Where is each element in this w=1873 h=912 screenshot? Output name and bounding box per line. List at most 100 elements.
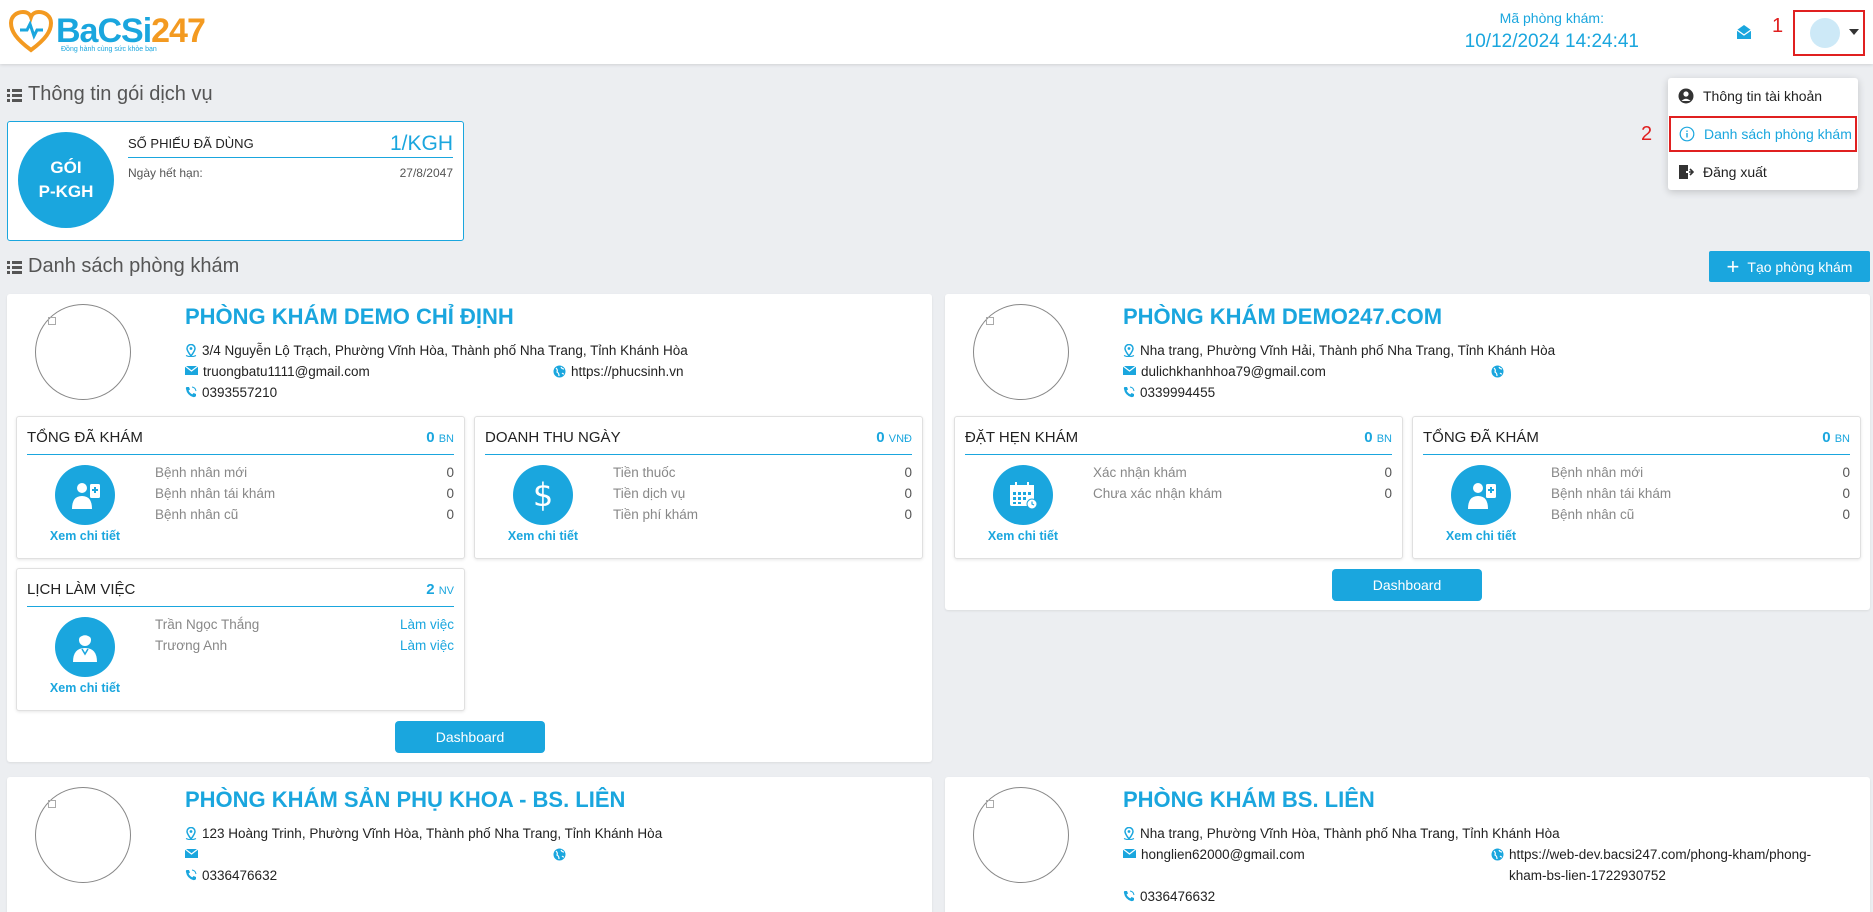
clinic-card: PHÒNG KHÁM BS. LIÊN Nha trang, Phường Vĩ… [945,777,1870,912]
stat-card-appointments: ĐẶT HẸN KHÁM 0 BN Xem chi tiết Xác nhận k… [954,416,1403,559]
view-detail-link[interactable]: Xem chi tiết [1423,529,1539,543]
clinic-phone: 0393557210 [185,382,277,403]
doctor-patient-icon [55,465,115,525]
plus-icon: + [1726,253,1740,279]
clinic-card: PHÒNG KHÁM DEMO247.COM Nha trang, Phường… [945,294,1870,610]
annotation-2: 2 [1641,123,1653,145]
stat-card-schedule: LỊCH LÀM VIỆC 2 NV Xem chi tiết Trần Ngọc… [16,568,465,711]
clinic-name[interactable]: PHÒNG KHÁM DEMO247.COM [1123,304,1442,330]
top-header: BaCSi247 Đồng hành cùng sức khỏe bạn Mã … [0,0,1873,64]
info-icon [1679,126,1695,142]
location-pin-icon [1123,827,1135,840]
package-badge: GÓI P-KGH [18,132,114,228]
phone-icon [1123,386,1135,398]
clinic-address: 123 Hoàng Trinh, Phường Vĩnh Hòa, Thành … [185,823,662,844]
mail-notification-icon[interactable] [1736,24,1752,40]
doctor-icon [55,617,115,677]
current-datetime: 10/12/2024 14:24:41 [1464,31,1639,52]
stat-card-total-exam: TỔNG ĐÃ KHÁM 0 BN Xem chi tiết Bệnh nhân … [16,416,465,559]
clinic-address: Nha trang, Phường Vĩnh Hải, Thành phố Nh… [1123,340,1555,361]
calendar-icon [993,465,1053,525]
package-expiry: Ngày hết hạn: 27/8/2047 [128,166,453,180]
clinic-code-block: Mã phòng khám: 10/12/2024 14:24:41 [1465,10,1639,53]
clinic-address: 3/4 Nguyễn Lộ Trạch, Phường Vĩnh Hòa, Th… [185,340,688,361]
mail-icon [185,848,198,858]
dollar-icon: $ [513,465,573,525]
stat-row: Tiền dịch vụ 0 [613,486,912,501]
clinic-name[interactable]: PHÒNG KHÁM SẢN PHỤ KHOA - BS. LIÊN [185,787,625,813]
menu-item-label: Danh sách phòng khám [1704,126,1852,142]
stat-row: Bệnh nhân tái khám 0 [155,486,454,501]
doctor-patient-icon [1451,465,1511,525]
menu-item-logout[interactable]: Đăng xuất [1668,154,1858,190]
logo-tagline: Đồng hành cùng sức khỏe bạn [61,46,157,53]
clinic-phone: 0336476632 [1123,886,1215,907]
svg-text:$: $ [533,478,553,512]
clinic-name[interactable]: PHÒNG KHÁM BS. LIÊN [1123,787,1375,813]
clinic-logo [35,304,131,400]
view-detail-link[interactable]: Xem chi tiết [485,529,601,543]
clinic-name[interactable]: PHÒNG KHÁM DEMO CHỈ ĐỊNH [185,304,514,330]
view-detail-link[interactable]: Xem chi tiết [27,681,143,695]
mail-icon [1123,365,1136,375]
menu-item-clinic-list[interactable]: Danh sách phòng khám [1669,116,1857,152]
clinic-email [185,844,203,859]
clinic-phone: 0336476632 [185,865,277,886]
clinic-website[interactable]: https://web-dev.bacsi247.com/phong-kham/… [1491,844,1861,886]
location-pin-icon [185,827,197,840]
clinic-card: PHÒNG KHÁM DEMO CHỈ ĐỊNH 3/4 Nguyễn Lộ T… [7,294,932,762]
phone-icon [185,386,197,398]
bacsi247-logo[interactable]: BaCSi247 Đồng hành cùng sức khỏe bạn [8,10,208,56]
phone-icon [185,869,197,881]
clinic-card: PHÒNG KHÁM SẢN PHỤ KHOA - BS. LIÊN 123 H… [7,777,932,912]
clinic-phone: 0339994455 [1123,382,1215,403]
globe-icon [1491,848,1504,861]
stat-row: Xác nhận khám 0 [1093,465,1392,480]
stat-row: Trần Ngọc Thắng Làm việc [155,617,454,632]
stat-row: Bệnh nhân mới 0 [155,465,454,480]
service-package-card: GÓI P-KGH SỐ PHIẾU ĐÃ DÙNG 1/KGH Ngày hế… [7,121,464,241]
dashboard-button[interactable]: Dashboard [1332,569,1482,601]
menu-item-account-info[interactable]: Thông tin tài khoản [1668,78,1858,114]
clinic-email: truongbatu1111@gmail.com [185,361,370,382]
user-menu-toggle[interactable] [1793,10,1865,56]
stat-row: Bệnh nhân tái khám 0 [1551,486,1850,501]
globe-icon [553,848,566,861]
clinic-website[interactable] [1491,361,1509,378]
location-pin-icon [1123,344,1135,357]
chevron-down-icon[interactable] [1849,29,1859,35]
view-detail-link[interactable]: Xem chi tiết [965,529,1081,543]
stat-row: Trương Anh Làm việc [155,638,454,653]
phone-icon [1123,890,1135,902]
mail-icon [1123,848,1136,858]
list-icon [7,260,22,274]
heart-logo-icon [8,10,54,53]
stat-row: Chưa xác nhận khám 0 [1093,486,1392,501]
create-clinic-button[interactable]: + Tạo phòng khám [1709,251,1870,282]
globe-icon [1491,365,1504,378]
clinic-email: honglien62000@gmail.com [1123,844,1305,865]
stat-card-revenue: DOANH THU NGÀY 0 VNĐ $ Xem chi tiết Tiền … [474,416,923,559]
mail-icon [185,365,198,375]
user-dropdown-menu: Thông tin tài khoản Danh sách phòng khám… [1668,78,1858,190]
clinic-website[interactable]: https://phucsinh.vn [553,361,684,382]
avatar[interactable] [1810,18,1840,48]
view-detail-link[interactable]: Xem chi tiết [27,529,143,543]
stat-row: Bệnh nhân cũ 0 [155,507,454,522]
globe-icon [553,365,566,378]
dashboard-button[interactable]: Dashboard [395,721,545,753]
clinic-website[interactable] [553,844,571,861]
annotation-1: 1 [1772,15,1784,37]
package-section-title: Thông tin gói dịch vụ [7,83,213,106]
clinic-email: dulichkhanhhoa79@gmail.com [1123,361,1326,382]
location-pin-icon [185,344,197,357]
stat-row: Bệnh nhân cũ 0 [1551,507,1850,522]
stat-row: Tiền thuốc 0 [613,465,912,480]
stat-row: Bệnh nhân mới 0 [1551,465,1850,480]
clinic-code-label: Mã phòng khám: [1499,10,1604,26]
account-icon [1678,88,1694,104]
menu-item-label: Thông tin tài khoản [1703,88,1823,104]
vouchers-used: SỐ PHIẾU ĐÃ DÙNG 1/KGH [128,132,453,158]
menu-item-label: Đăng xuất [1703,164,1767,180]
logout-icon [1679,165,1694,179]
